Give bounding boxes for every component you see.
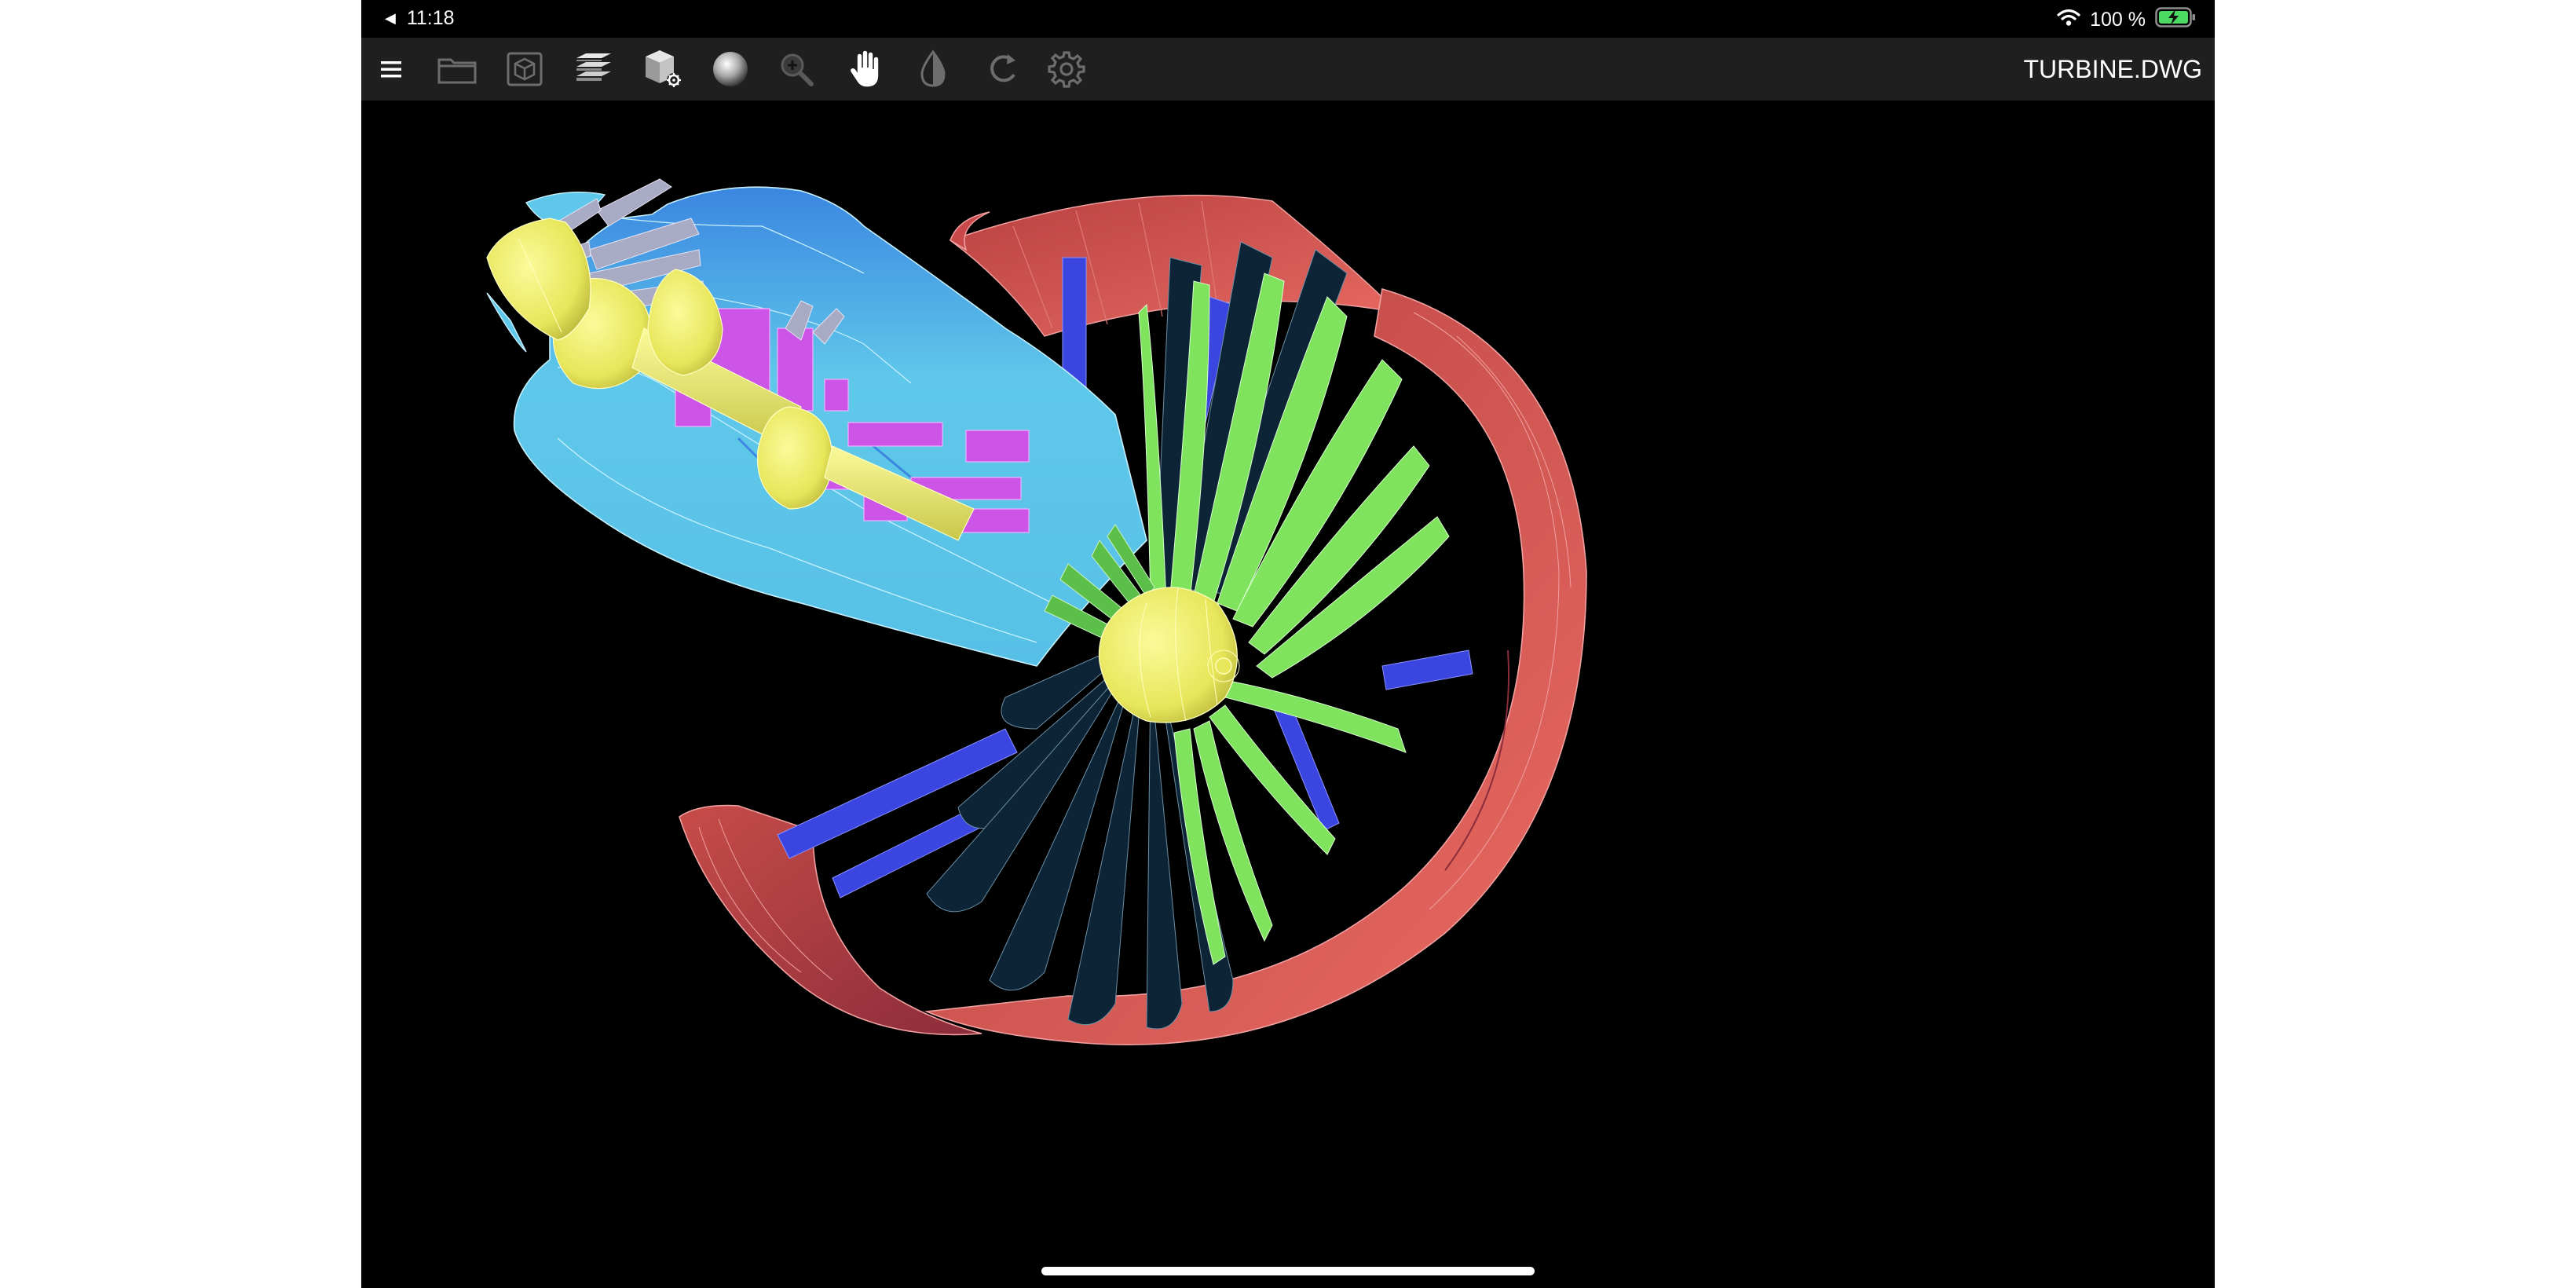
layers-button[interactable] <box>570 46 617 93</box>
turbine-model-render[interactable] <box>361 101 2215 1288</box>
app-screen: ◀ 11:18 100 % TURBINE.DWG <box>361 0 2215 1288</box>
gear-icon <box>1048 51 1085 88</box>
model-viewport[interactable] <box>361 101 2215 1288</box>
shading-button[interactable] <box>707 46 754 93</box>
back-arrow-icon[interactable]: ◀ <box>385 10 396 27</box>
open-file-button[interactable] <box>434 46 481 93</box>
box-gear-icon <box>646 50 681 87</box>
hamburger-menu-icon <box>381 61 401 78</box>
rotate-button[interactable] <box>979 46 1026 93</box>
magnifier-icon <box>781 53 814 86</box>
status-left: ◀ 11:18 <box>385 7 455 30</box>
rotate-icon <box>990 54 1015 82</box>
zoom-button[interactable] <box>773 46 820 93</box>
pan-button[interactable] <box>842 46 889 93</box>
view-cube-button[interactable] <box>501 46 548 93</box>
toolbar: TURBINE.DWG <box>361 38 2215 101</box>
status-right: 100 % <box>2057 7 2196 33</box>
layers-icon <box>576 53 611 81</box>
sphere-icon <box>713 52 748 86</box>
intake-cone[interactable] <box>486 218 591 341</box>
home-indicator[interactable] <box>1041 1267 1535 1275</box>
hand-icon <box>849 49 880 88</box>
status-bar: ◀ 11:18 100 % <box>361 0 2215 38</box>
settings-button[interactable] <box>1043 46 1090 93</box>
model-settings-button[interactable] <box>639 46 686 93</box>
wifi-icon <box>2057 8 2080 32</box>
menu-button[interactable] <box>368 46 415 93</box>
document-title: TURBINE.DWG <box>2023 55 2202 83</box>
contrast-button[interactable] <box>909 46 957 93</box>
status-time: 11:18 <box>406 7 455 29</box>
folder-icon <box>437 58 477 84</box>
battery-percentage: 100 % <box>2090 9 2146 31</box>
battery-charging-icon <box>2155 7 2196 33</box>
cube-icon <box>507 52 543 86</box>
contrast-drop-icon <box>920 49 946 87</box>
